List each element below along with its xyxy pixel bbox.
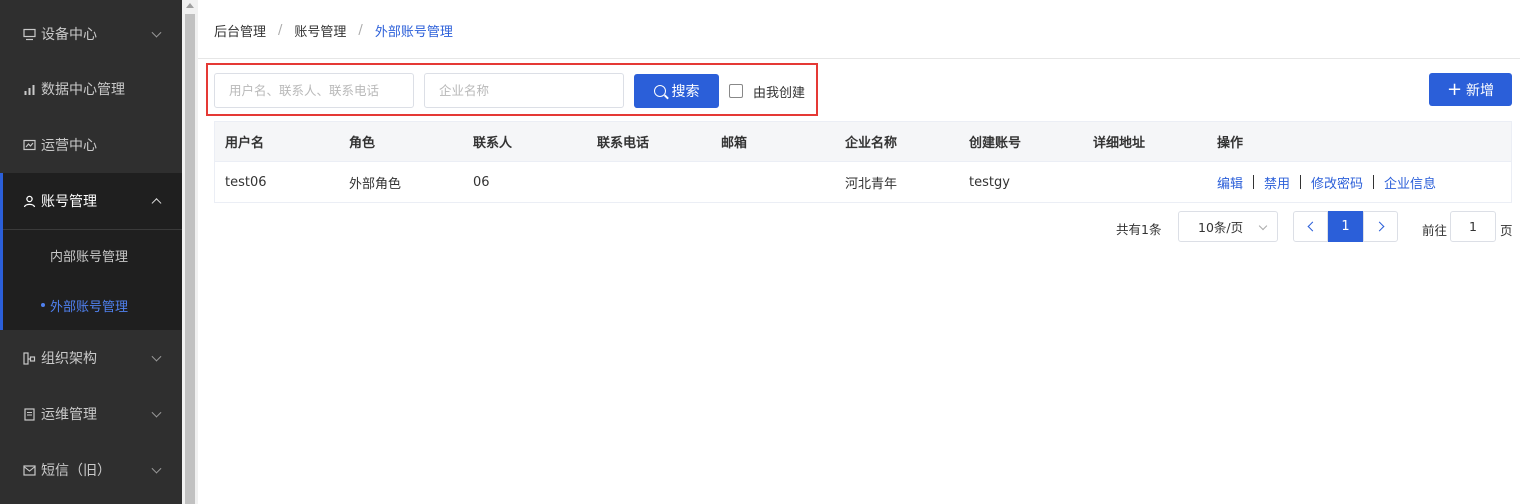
- column-header-creator: 创建账号: [969, 136, 1022, 151]
- chevron-right-icon: [1374, 221, 1384, 232]
- trend-chart-icon: [22, 138, 36, 152]
- active-dot-icon: [41, 303, 45, 307]
- column-header-address: 详细地址: [1093, 136, 1146, 151]
- main-content: 后台管理 / 账号管理 / 外部账号管理 搜索 由我创建 + 新增 用户名 角色…: [198, 0, 1520, 504]
- company-info-link[interactable]: 企业信息: [1384, 173, 1436, 192]
- sidebar-item-device-center[interactable]: 设备中心: [0, 6, 182, 62]
- scrollbar-thumb[interactable]: [185, 14, 195, 504]
- column-header-username: 用户名: [225, 136, 265, 151]
- change-password-link[interactable]: 修改密码: [1311, 173, 1363, 192]
- page-number-button[interactable]: 1: [1328, 211, 1363, 242]
- search-button-label: 搜索: [671, 84, 700, 100]
- sidebar-item-ops-management[interactable]: 运维管理: [0, 386, 182, 442]
- sidebar-item-label: 短信（旧）: [41, 463, 111, 479]
- column-header-phone: 联系电话: [597, 136, 650, 151]
- add-button-label: 新增: [1466, 82, 1495, 99]
- breadcrumb-separator: /: [358, 23, 363, 38]
- plus-icon: +: [1446, 78, 1463, 100]
- sidebar-item-label: 账号管理: [41, 194, 97, 210]
- page-size-value: 10条/页: [1198, 220, 1244, 235]
- sidebar-item-data-center[interactable]: 数据中心管理: [0, 61, 182, 117]
- sidebar-item-operation-center[interactable]: 运营中心: [0, 117, 182, 173]
- prev-page-button[interactable]: [1293, 211, 1328, 242]
- add-button[interactable]: + 新增: [1429, 73, 1512, 106]
- chevron-up-icon: [151, 198, 162, 209]
- breadcrumb-item[interactable]: 后台管理: [214, 21, 266, 40]
- document-icon: [22, 407, 36, 421]
- company-name-input[interactable]: [424, 73, 624, 108]
- sidebar-item-label: 运营中心: [41, 138, 97, 154]
- mail-icon: [22, 463, 36, 477]
- chevron-down-icon: [151, 27, 162, 38]
- scroll-up-arrow-icon[interactable]: [186, 3, 194, 8]
- monitor-icon: [22, 27, 36, 41]
- cell-company: 河北青年: [845, 176, 898, 192]
- page-size-select[interactable]: 10条/页: [1178, 211, 1278, 242]
- sidebar-subitem-external-accounts[interactable]: 外部账号管理: [3, 280, 182, 330]
- user-icon: [22, 194, 36, 208]
- action-separator: [1253, 175, 1255, 189]
- created-by-me-label[interactable]: 由我创建: [753, 82, 805, 101]
- pagination-total: 共有1条: [1116, 222, 1162, 237]
- user-search-input[interactable]: [214, 73, 414, 108]
- column-header-role: 角色: [349, 136, 376, 151]
- chevron-down-icon: [151, 463, 162, 474]
- chevron-down-icon: [151, 407, 162, 418]
- sidebar-item-label: 运维管理: [41, 407, 97, 423]
- page-suffix-label: 页: [1500, 223, 1513, 238]
- table-row: test06 外部角色 06 河北青年 testgy 编辑 禁用 修改密码 企业…: [215, 162, 1511, 202]
- next-page-button[interactable]: [1363, 211, 1398, 242]
- cell-creator: testgy: [969, 174, 1010, 190]
- header-divider: [198, 58, 1520, 59]
- breadcrumb-item[interactable]: 账号管理: [294, 21, 346, 40]
- column-header-email: 邮箱: [721, 136, 748, 151]
- column-header-company: 企业名称: [845, 136, 898, 151]
- sidebar-item-sms-old[interactable]: 短信（旧）: [0, 442, 182, 498]
- sidebar-item-account-management[interactable]: 账号管理: [0, 173, 182, 229]
- account-submenu: 内部账号管理 外部账号管理: [0, 229, 182, 330]
- sidebar-item-organization[interactable]: 组织架构: [0, 330, 182, 386]
- search-button[interactable]: 搜索: [634, 74, 719, 108]
- breadcrumb: 后台管理 / 账号管理 / 外部账号管理: [214, 21, 453, 40]
- chevron-down-icon: [151, 351, 162, 362]
- sidebar-item-label: 数据中心管理: [41, 82, 125, 98]
- sidebar-item-label: 设备中心: [41, 27, 97, 43]
- edit-link[interactable]: 编辑: [1217, 173, 1243, 192]
- created-by-me-checkbox[interactable]: [729, 84, 743, 98]
- sidebar-subitem-label: 外部账号管理: [50, 299, 129, 315]
- cell-username: test06: [225, 174, 267, 190]
- sidebar-subitem-internal-accounts[interactable]: 内部账号管理: [3, 230, 182, 280]
- breadcrumb-current: 外部账号管理: [374, 25, 453, 40]
- sidebar: 设备中心 数据中心管理 运营中心 账号管理 内部账号管理 外部账号管理 组织架构…: [0, 0, 182, 504]
- disable-link[interactable]: 禁用: [1264, 173, 1290, 192]
- bar-chart-icon: [22, 82, 36, 96]
- accounts-table: 用户名 角色 联系人 联系电话 邮箱 企业名称 创建账号 详细地址 操作 tes…: [214, 121, 1512, 203]
- sidebar-subitem-label: 内部账号管理: [50, 249, 129, 265]
- cell-contact: 06: [473, 174, 490, 190]
- goto-label: 前往: [1422, 223, 1448, 238]
- table-header-row: 用户名 角色 联系人 联系电话 邮箱 企业名称 创建账号 详细地址 操作: [215, 122, 1511, 162]
- action-separator: [1373, 175, 1375, 189]
- breadcrumb-separator: /: [278, 23, 283, 38]
- org-icon: [22, 351, 36, 365]
- sidebar-item-label: 组织架构: [41, 351, 97, 367]
- search-icon: [653, 85, 666, 97]
- chevron-down-icon: [1258, 221, 1268, 231]
- column-header-contact: 联系人: [473, 136, 513, 151]
- cell-role: 外部角色: [349, 176, 402, 192]
- column-header-actions: 操作: [1217, 136, 1244, 151]
- action-separator: [1300, 175, 1302, 189]
- chevron-left-icon: [1307, 221, 1317, 232]
- cell-actions: 编辑 禁用 修改密码 企业信息: [1207, 173, 1507, 192]
- goto-page-input[interactable]: [1450, 211, 1496, 242]
- sidebar-divider: [3, 229, 182, 230]
